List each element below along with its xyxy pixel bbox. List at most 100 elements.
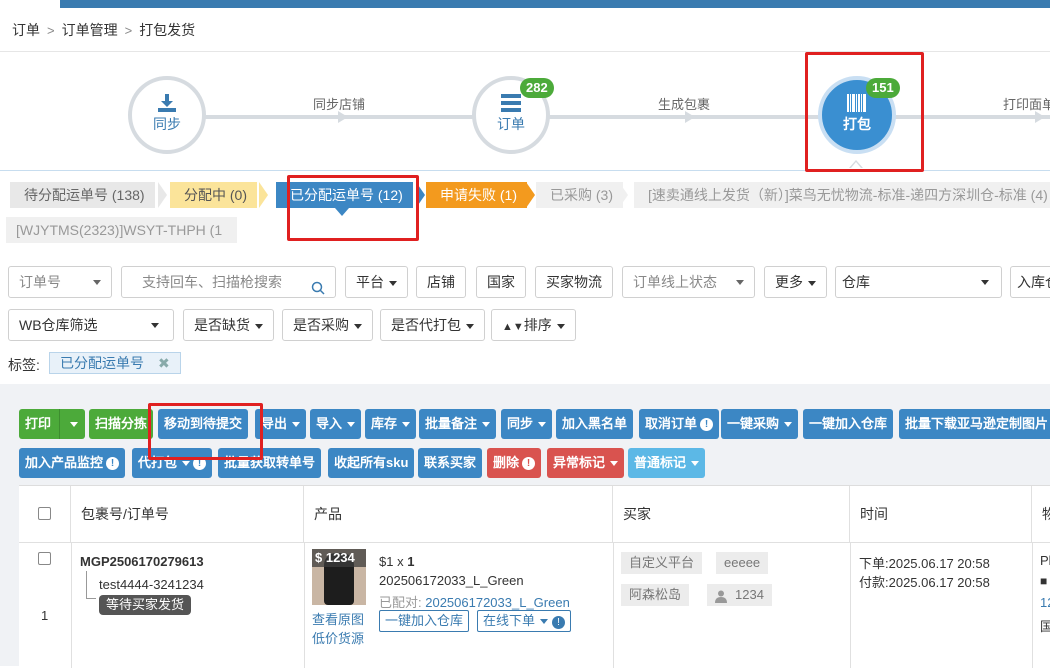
table-row: 1 MGP2506170279613 test4444-3241234 等待买家… <box>19 542 1050 668</box>
fold-sku-button[interactable]: 收起所有sku <box>328 448 415 478</box>
wb-warehouse-select[interactable]: WB仓库筛选 <box>8 309 174 341</box>
cancel-order-button[interactable]: 取消订单! <box>639 409 720 439</box>
stock-label: 库存 <box>371 416 398 431</box>
matched-sku-link[interactable]: 202506172033_L_Green <box>425 595 570 610</box>
add-warehouse-row-button[interactable]: 一键加入仓库 <box>379 610 470 632</box>
stock-button[interactable]: 库存 <box>365 409 417 439</box>
warehouse-select[interactable]: 仓库 <box>835 266 1002 298</box>
warehouse-label: 仓库 <box>842 274 870 290</box>
out-of-stock-dropdown[interactable]: 是否缺货 <box>183 309 274 341</box>
import-label: 导入 <box>316 416 343 431</box>
sync-button[interactable]: 同步 <box>501 409 553 439</box>
one-click-purchase-label: 一键采购 <box>727 416 780 431</box>
step-order-label: 订单 <box>497 116 525 132</box>
normal-mark-button[interactable]: 普通标记 <box>628 448 706 478</box>
one-click-purchase-button[interactable]: 一键采购 <box>721 409 799 439</box>
platform-label: 平台 <box>356 274 384 290</box>
tag-chevron <box>619 182 628 208</box>
tree-connector <box>86 571 96 599</box>
status-tag-purchased[interactable]: 已采购 (3) <box>536 182 623 208</box>
add-monitor-button[interactable]: 加入产品监控! <box>19 448 126 478</box>
buyer-id-value: 1234 <box>735 587 764 602</box>
delete-label: 删除 <box>493 455 520 470</box>
blacklist-button[interactable]: 加入黑名单 <box>556 409 634 439</box>
order-no-select[interactable]: 订单号 <box>8 266 112 298</box>
search-icon[interactable] <box>311 275 325 305</box>
online-order-label: 在线下单 <box>483 613 536 628</box>
status-tag-failed[interactable]: 申请失败 (1) <box>426 182 527 208</box>
online-order-dropdown[interactable]: 在线下单! <box>477 610 572 632</box>
download-icon <box>157 94 177 112</box>
abnormal-mark-button[interactable]: 异常标记 <box>547 448 625 478</box>
breadcrumb-item-order-mgmt[interactable]: 订单管理 <box>62 22 118 38</box>
chevron-down-icon[interactable] <box>70 422 78 427</box>
logistics-b[interactable]: 12 <box>1040 595 1050 610</box>
status-tag-unassigned[interactable]: 待分配运单号 (138) <box>10 182 155 208</box>
info-icon: ! <box>522 457 536 471</box>
qty-value: 1 <box>407 554 415 569</box>
import-button[interactable]: 导入 <box>310 409 362 439</box>
row-checkbox[interactable] <box>38 552 51 565</box>
active-tag-value: 已分配运单号 <box>60 355 144 371</box>
inbound-warehouse-select[interactable]: 入库仓 <box>1010 266 1050 298</box>
status-tag-aliexpress[interactable]: [速卖通线上发货（新）]菜鸟无忧物流-标准-递四方深圳仓-标准 (4) <box>634 182 1050 208</box>
step-sync[interactable]: 同步 <box>128 76 206 154</box>
cancel-order-label: 取消订单 <box>645 416 698 431</box>
purchased-dropdown[interactable]: 是否采购 <box>282 309 373 341</box>
tag-filter-label: 标签: <box>8 357 40 373</box>
more-dropdown[interactable]: 更多 <box>764 266 827 298</box>
package-number[interactable]: MGP2506170279613 <box>80 554 204 569</box>
store-label: 店铺 <box>427 274 455 290</box>
platform-dropdown[interactable]: 平台 <box>345 266 408 298</box>
close-icon[interactable]: ✖ <box>158 355 170 371</box>
sort-dropdown[interactable]: ▲▼排序 <box>491 309 576 341</box>
order-table: 包裹号/订单号 产品 买家 时间 物 1 MGP2506170279613 te… <box>19 485 1050 668</box>
batch-download-button[interactable]: 批量下载亚马逊定制图片 <box>899 409 1050 439</box>
chevron-down-icon <box>354 323 362 329</box>
buyer-logistics-button[interactable]: 买家物流 <box>535 266 613 298</box>
col-divider <box>304 543 305 668</box>
view-image-link[interactable]: 查看原图 <box>312 609 364 628</box>
buyer-id-pill: 1234 <box>707 584 772 606</box>
search-placeholder: 支持回车、扫描枪搜索 <box>142 274 282 290</box>
search-input[interactable]: 支持回车、扫描枪搜索 <box>121 266 336 298</box>
status-tag-wjytms[interactable]: [WJYTMS(2323)]WSYT-THPH (1) <box>6 217 237 243</box>
header-buyer: 买家 <box>613 486 850 542</box>
active-tag-filter[interactable]: 已分配运单号 ✖ <box>49 352 181 374</box>
online-status-select[interactable]: 订单线上状态 <box>622 266 755 298</box>
scan-sort-button[interactable]: 扫描分拣 <box>89 409 154 439</box>
contact-buyer-button[interactable]: 联系买家 <box>418 448 483 478</box>
delete-button[interactable]: 删除! <box>487 448 542 478</box>
chevron-down-icon <box>151 323 159 328</box>
product-image[interactable]: $ 1234 <box>312 549 366 605</box>
price-qty-prefix: $1 x <box>379 554 408 569</box>
out-of-stock-label: 是否缺货 <box>194 317 250 333</box>
order-number[interactable]: test4444-3241234 <box>99 577 204 592</box>
top-tab-cutout <box>0 0 60 8</box>
header-logistics: 物 <box>1042 506 1050 522</box>
step-sync-label: 同步 <box>153 116 181 132</box>
chevron-down-icon <box>556 323 565 329</box>
buyer-logistics-label: 买家物流 <box>546 274 602 290</box>
step-label-gen-package: 生成包裹 <box>658 97 711 112</box>
highlight-box-assigned <box>287 175 419 241</box>
buyer-nick-pill: 阿森松岛 <box>621 584 690 606</box>
select-all-checkbox[interactable] <box>38 507 51 520</box>
info-icon: ! <box>106 457 120 471</box>
chevron-down-icon <box>808 280 816 286</box>
chevron-down-icon <box>466 323 474 329</box>
batch-note-button[interactable]: 批量备注 <box>419 409 497 439</box>
add-warehouse-button[interactable]: 一键加入仓库 <box>803 409 894 439</box>
col-divider <box>71 543 72 668</box>
low-price-link[interactable]: 低价货源 <box>312 628 364 647</box>
print-button[interactable]: 打印 <box>19 409 85 439</box>
chevron-down-icon <box>402 422 411 428</box>
header-package: 包裹号/订单号 <box>71 486 304 542</box>
chevron-down-icon <box>347 422 356 428</box>
store-button[interactable]: 店铺 <box>416 266 466 298</box>
breadcrumb-item-order[interactable]: 订单 <box>12 22 40 38</box>
proxy-pack-dropdown[interactable]: 是否代打包 <box>380 309 485 341</box>
status-tag-assigning[interactable]: 分配中 (0) <box>170 182 257 208</box>
breadcrumb-item-pack-ship: 打包发货 <box>139 22 196 38</box>
country-button[interactable]: 国家 <box>476 266 526 298</box>
